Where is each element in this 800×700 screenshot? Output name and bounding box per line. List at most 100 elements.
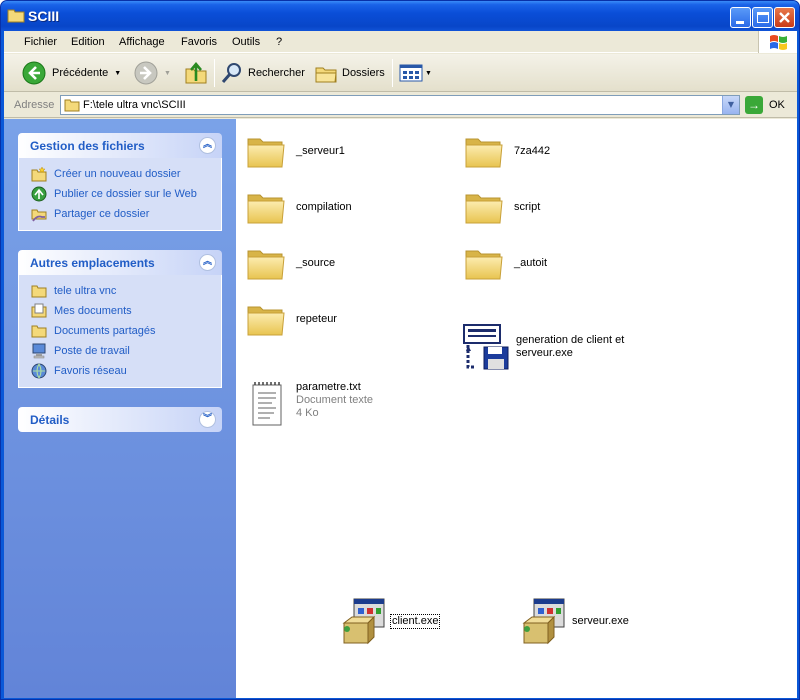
minimize-button[interactable] — [730, 7, 751, 28]
address-dropdown-button[interactable]: ▼ — [722, 96, 739, 114]
maximize-button[interactable] — [752, 7, 773, 28]
computer-icon — [32, 343, 46, 359]
task-label: Partager ce dossier — [54, 208, 150, 220]
folder-icon — [31, 285, 47, 298]
chevron-down-icon[interactable]: ▼ — [114, 70, 121, 77]
globe-icon — [31, 186, 47, 202]
other-places-header[interactable]: Autres emplacements ︽ — [18, 250, 222, 275]
menu-bar: Fichier Edition Affichage Favoris Outils… — [4, 31, 797, 53]
windows-logo — [758, 31, 797, 53]
place-tele-ultra-vnc[interactable]: tele ultra vnc — [19, 281, 221, 301]
forward-button[interactable]: ▼ — [134, 59, 171, 87]
file-item-folder[interactable]: repeteur — [246, 299, 337, 339]
place-shared-documents[interactable]: Documents partagés — [19, 321, 221, 341]
folder-icon — [246, 243, 286, 283]
minimize-icon — [736, 21, 744, 24]
task-share-folder[interactable]: Partager ce dossier — [19, 204, 221, 224]
installer-icon — [340, 597, 388, 645]
file-item-folder[interactable]: compilation — [246, 187, 352, 227]
back-button[interactable]: Précédente ▼ — [22, 59, 121, 87]
file-item-folder[interactable]: _source — [246, 243, 335, 283]
file-item-folder[interactable]: script — [464, 187, 540, 227]
file-type: Document texte — [296, 394, 374, 406]
file-name-line2: serveur.exe — [516, 347, 573, 359]
folder-up-icon — [185, 61, 207, 84]
file-item-exe[interactable]: generation de client et serveur.exe — [462, 323, 624, 371]
menu-fichier[interactable]: Fichier — [24, 36, 57, 48]
windows-flag-icon — [770, 35, 787, 50]
menu-affichage[interactable]: Affichage — [119, 36, 165, 48]
file-item-folder[interactable]: _serveur1 — [246, 131, 345, 171]
task-pane: Gestion des fichiers ︽ Créer un nouveau … — [4, 119, 236, 698]
back-label: Précédente — [52, 67, 109, 79]
my-documents-icon — [31, 303, 47, 318]
place-my-documents[interactable]: Mes documents — [19, 301, 221, 321]
menu-help[interactable]: ? — [276, 36, 282, 48]
up-button[interactable] — [184, 59, 208, 87]
folder-icon — [246, 299, 286, 339]
file-item-folder[interactable]: 7za442 — [464, 131, 550, 171]
folder-icon — [464, 131, 504, 171]
file-name: compilation — [296, 200, 352, 213]
folders-label: Dossiers — [342, 67, 385, 79]
task-new-folder[interactable]: Créer un nouveau dossier — [19, 164, 221, 184]
address-value: F:\tele ultra vnc\SCIII — [83, 99, 186, 111]
toolbar: Précédente ▼ ▼ Rechercher Dossiers ▼ — [4, 54, 797, 92]
task-publish-web[interactable]: Publier ce dossier sur le Web — [19, 184, 221, 204]
file-name-group: generation de client et serveur.exe — [516, 334, 624, 360]
file-list[interactable]: _serveur1 7za442 compilation script _sou… — [236, 119, 797, 698]
file-name: parametre.txt — [296, 381, 361, 393]
chevron-down-icon[interactable]: ▼ — [425, 70, 432, 77]
back-arrow-icon — [22, 61, 46, 85]
chevron-down-icon[interactable]: ▼ — [164, 70, 171, 77]
file-name: client.exe — [390, 613, 441, 629]
title-bar[interactable]: SCIII — [1, 1, 799, 31]
file-name: repeteur — [296, 312, 337, 325]
place-label: Favoris réseau — [54, 365, 127, 377]
place-label: Documents partagés — [54, 325, 156, 337]
close-icon — [779, 12, 790, 23]
new-folder-icon — [31, 166, 47, 182]
file-name: 7za442 — [514, 144, 551, 157]
folder-icon — [64, 99, 80, 112]
file-tasks-header[interactable]: Gestion des fichiers ︽ — [18, 133, 222, 158]
expand-icon[interactable]: ︾ — [199, 411, 216, 428]
toolbar-separator — [392, 59, 393, 87]
place-label: Mes documents — [54, 305, 132, 317]
file-item-installer[interactable]: serveur.exe — [520, 597, 629, 645]
views-button[interactable]: ▼ — [399, 59, 432, 87]
place-network[interactable]: Favoris réseau — [19, 361, 221, 381]
share-folder-icon — [31, 209, 47, 222]
place-label: tele ultra vnc — [54, 285, 117, 297]
file-name: generation de client et — [516, 334, 625, 346]
search-icon — [221, 63, 241, 83]
folder-icon — [464, 243, 504, 283]
save-disk-icon — [463, 324, 509, 370]
menu-edition[interactable]: Edition — [71, 36, 105, 48]
collapse-icon[interactable]: ︽ — [199, 254, 216, 271]
file-item-installer[interactable]: client.exe — [340, 597, 441, 645]
close-button[interactable] — [774, 7, 795, 28]
search-button[interactable]: Rechercher — [220, 59, 305, 87]
network-icon — [31, 363, 47, 379]
file-tasks-title: Gestion des fichiers — [30, 139, 145, 153]
file-info: parametre.txt Document texte 4 Ko — [296, 381, 373, 420]
go-button[interactable]: → OK — [745, 96, 785, 114]
text-document-icon — [252, 382, 282, 426]
file-name: _autoit — [514, 256, 548, 269]
search-label: Rechercher — [248, 67, 305, 79]
place-my-computer[interactable]: Poste de travail — [19, 341, 221, 361]
shared-folder-icon — [31, 325, 47, 338]
collapse-icon[interactable]: ︽ — [199, 137, 216, 154]
client-area: Fichier Edition Affichage Favoris Outils… — [4, 31, 797, 698]
folders-button[interactable]: Dossiers — [314, 59, 385, 87]
address-label: Adresse — [14, 99, 55, 111]
file-item-text[interactable]: parametre.txt Document texte 4 Ko — [250, 381, 373, 427]
file-item-folder[interactable]: _autoit — [464, 243, 547, 283]
menu-outils[interactable]: Outils — [232, 36, 260, 48]
details-header[interactable]: Détails ︾ — [18, 407, 222, 432]
menu-favoris[interactable]: Favoris — [181, 36, 217, 48]
folder-icon — [464, 187, 504, 227]
go-arrow-icon: → — [745, 96, 763, 114]
address-input[interactable]: F:\tele ultra vnc\SCIII ▼ — [60, 95, 740, 115]
